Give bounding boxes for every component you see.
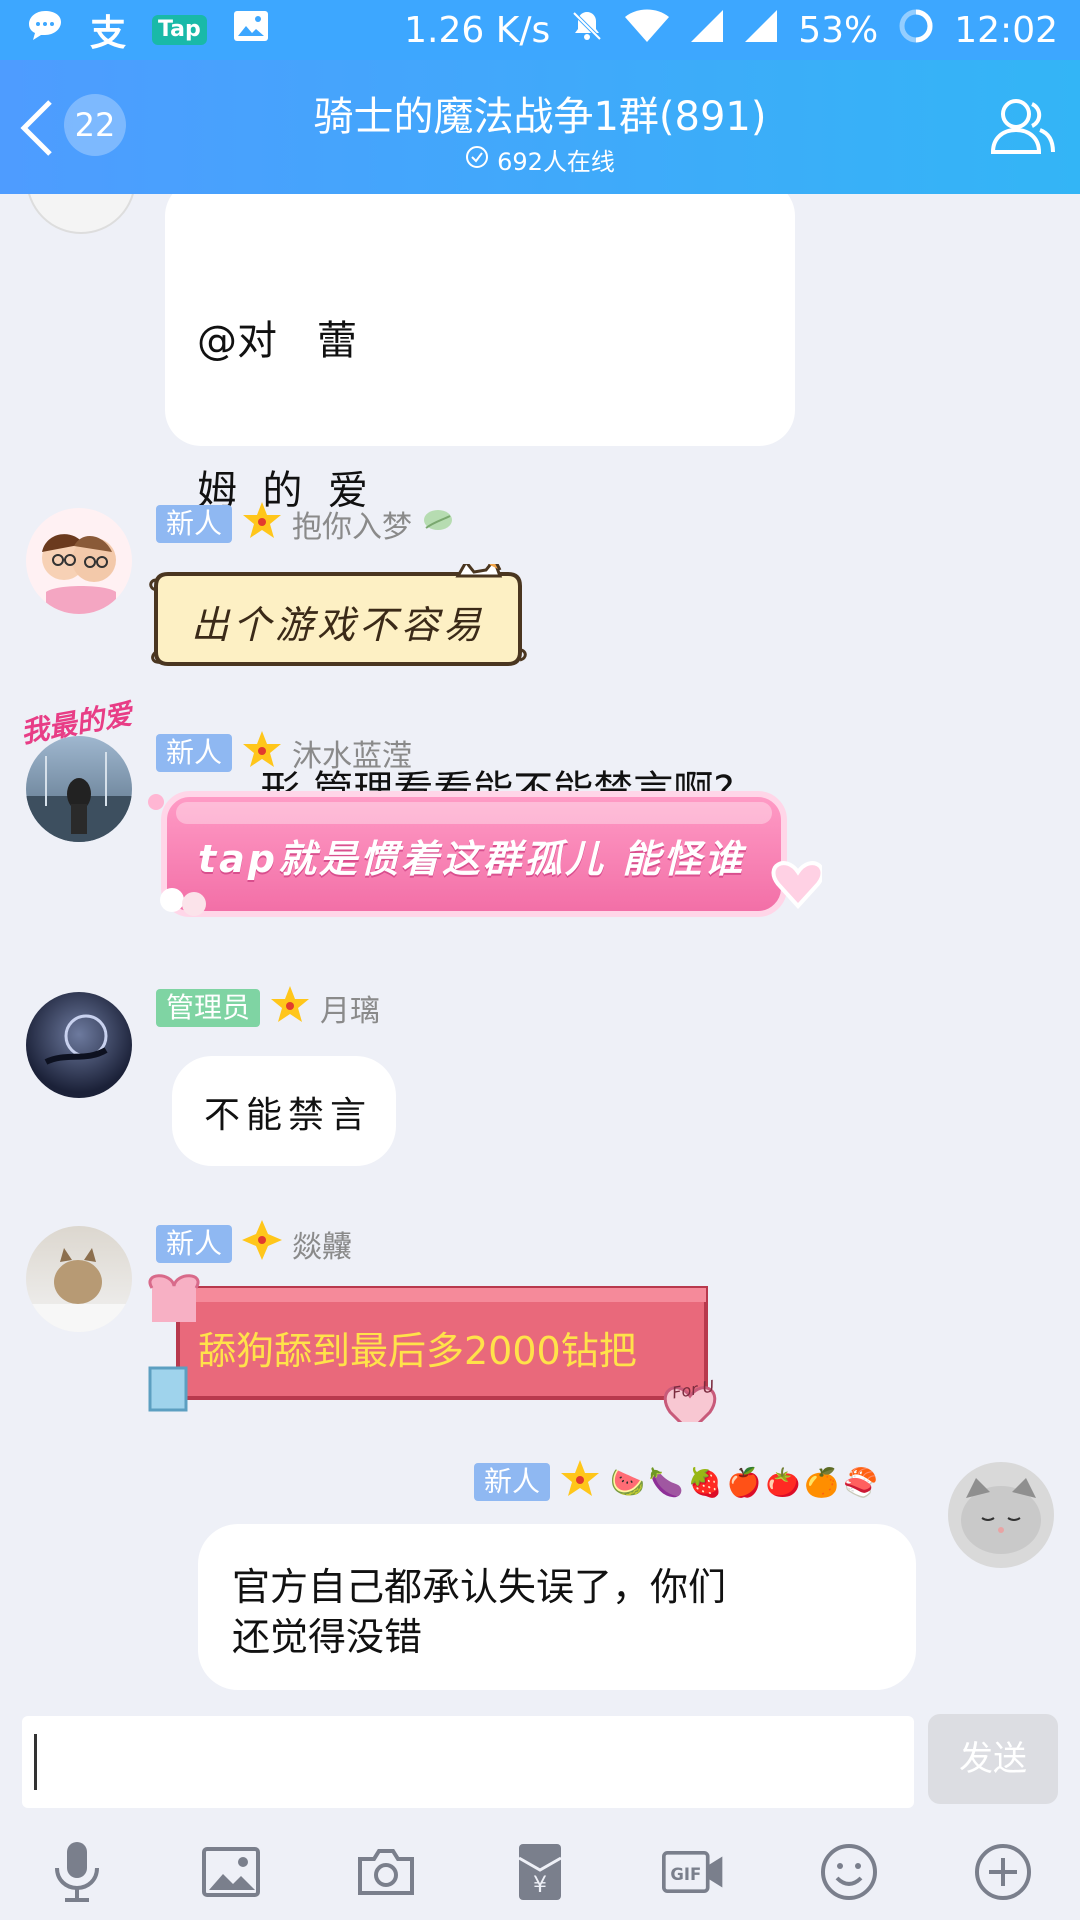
message-text-line: @对 蕾	[197, 318, 357, 364]
self-avatar[interactable]	[948, 1462, 1054, 1568]
message-input[interactable]	[22, 1716, 914, 1808]
sender-meta: 新人 燚齉	[156, 1220, 352, 1268]
level-star-icon	[270, 984, 310, 1032]
sender-name[interactable]: 沐水蓝滢	[292, 731, 412, 775]
mute-bell-icon	[570, 9, 604, 52]
avatar[interactable]	[26, 992, 132, 1098]
message-text: 舔狗舔到最后多2000钻把	[198, 1329, 637, 1373]
avatar[interactable]	[26, 736, 132, 842]
food-emoji-badges: 🍉🍆🍓🍎🍅🍊🍣	[610, 1465, 883, 1499]
wifi-icon	[624, 9, 670, 52]
sender-meta: 新人 抱你入梦	[156, 500, 454, 548]
sticker-bubble-pink[interactable]: tap就是惯着这群孤儿 能怪谁	[142, 780, 822, 930]
self-meta: 新人 🍉🍆🍓🍎🍅🍊🍣	[474, 1458, 882, 1506]
clock: 12:02	[954, 9, 1058, 51]
text-caret	[34, 1734, 37, 1790]
chat-message-list[interactable]: @对 蕾 姆 的 爱 是 心 形 管理看看能不能禁言啊? 新人 抱你入梦 出个游…	[0, 194, 1080, 1710]
message-text-line: 还觉得没错	[232, 1615, 423, 1659]
input-bar: 发送 ¥ GIF	[0, 1710, 1080, 1920]
sender-name[interactable]: 月璃	[320, 986, 380, 1030]
message-bubble[interactable]: @对 蕾 姆 的 爱 是 心 形 管理看看能不能禁言啊?	[165, 194, 795, 814]
microphone-icon[interactable]	[45, 1840, 109, 1904]
signal-icon	[690, 9, 724, 52]
sticker-bubble-gift[interactable]: 舔狗舔到最后多2000钻把 For U	[142, 1272, 732, 1422]
check-circle-icon	[465, 145, 489, 175]
emoji-icon[interactable]	[817, 1840, 881, 1904]
input-toolbar: ¥ GIF	[0, 1832, 1080, 1912]
level-star-icon	[242, 500, 282, 548]
sticker-bubble-cat[interactable]: 出个游戏不容易	[148, 564, 528, 674]
svg-text:¥: ¥	[533, 1873, 547, 1898]
self-message-bubble[interactable]: 官方自己都承认失误了，你们 还觉得没错	[198, 1524, 916, 1690]
status-bar: 支 Tap 1.26 K/s 53% 12:02	[0, 0, 1080, 60]
level-star-icon	[560, 1458, 600, 1506]
avatar[interactable]	[26, 1226, 132, 1332]
online-count: 692人在线	[497, 148, 615, 176]
message-bubble[interactable]: 不能禁言	[172, 1056, 396, 1166]
group-members-icon[interactable]	[990, 96, 1056, 160]
level-star-icon	[242, 729, 282, 777]
red-packet-icon[interactable]: ¥	[508, 1840, 572, 1904]
sender-name[interactable]: 抱你入梦	[292, 502, 412, 546]
message-text-line: 官方自己都承认失误了，你们	[232, 1565, 727, 1609]
signal-icon-2	[744, 9, 778, 52]
message-notification-icon	[26, 7, 64, 54]
network-speed: 1.26 K/s	[404, 9, 551, 51]
group-title[interactable]: 骑士的魔法战争1群(891)	[0, 84, 1080, 142]
gif-icon[interactable]: GIF	[662, 1840, 726, 1904]
message-text: tap就是惯着这群孤儿 能怪谁	[198, 837, 746, 881]
tap-app-icon: Tap	[152, 15, 207, 45]
admin-tag: 管理员	[156, 989, 261, 1027]
sender-meta: 管理员 月璃	[156, 984, 380, 1032]
avatar[interactable]	[26, 194, 136, 234]
leaf-icon	[422, 504, 454, 544]
send-button[interactable]: 发送	[928, 1714, 1058, 1804]
gif-label: GIF	[671, 1865, 702, 1884]
gallery-icon	[233, 10, 269, 51]
level-star-icon	[242, 1220, 283, 1268]
member-tag: 新人	[156, 1225, 233, 1263]
message-text: 不能禁言	[204, 1095, 373, 1136]
alipay-icon: 支	[90, 13, 127, 54]
image-icon[interactable]	[199, 1840, 263, 1904]
sender-meta: 新人 沐水蓝滢	[156, 729, 412, 777]
sender-name[interactable]: 燚齉	[292, 1222, 352, 1266]
member-tag: 新人	[156, 734, 233, 772]
battery-icon	[898, 8, 934, 53]
camera-icon[interactable]	[354, 1840, 418, 1904]
member-tag: 新人	[474, 1463, 551, 1501]
member-tag: 新人	[156, 505, 233, 543]
message-text: 出个游戏不容易	[190, 603, 485, 647]
chat-header: 22 骑士的魔法战争1群(891) 692人在线	[0, 60, 1080, 194]
plus-icon[interactable]	[971, 1840, 1035, 1904]
online-status: 692人在线	[0, 142, 1080, 177]
battery-percent: 53%	[798, 9, 879, 51]
avatar[interactable]	[26, 508, 132, 614]
